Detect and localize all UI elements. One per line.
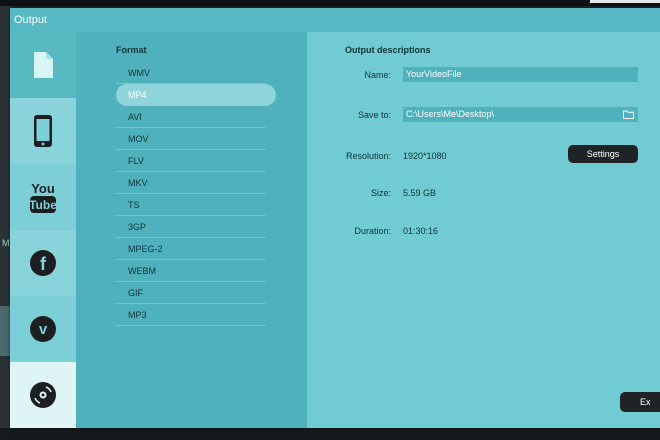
vimeo-glyph: v [39, 321, 48, 338]
background-top-strip [0, 0, 660, 6]
duration-value: 01:30:16 [403, 226, 439, 236]
facebook-glyph: f [40, 254, 47, 274]
sidebar-item-vimeo[interactable]: v [10, 296, 76, 362]
output-dialog: Output You Tube f v Format WMV MP4 AVI M… [10, 8, 660, 428]
dialog-title: Output [10, 8, 660, 32]
file-icon [34, 52, 53, 78]
format-item-flv[interactable]: FLV [116, 150, 266, 172]
save-to-field[interactable]: C:\Users\Me\Desktop\ [403, 107, 638, 122]
sidebar-item-facebook[interactable]: f [10, 230, 76, 296]
format-item-webm[interactable]: WEBM [116, 260, 266, 282]
size-label: Size: [370, 188, 391, 198]
sidebar-item-device[interactable] [10, 98, 76, 164]
sidebar-item-youtube[interactable]: You Tube [10, 164, 76, 230]
name-field[interactable]: YourVideoFile [403, 67, 638, 82]
output-descriptions-heading: Output descriptions [345, 45, 431, 55]
name-value: YourVideoFile [406, 69, 462, 79]
export-button[interactable]: Ex [620, 392, 660, 412]
background-letter: M [2, 238, 10, 248]
facebook-icon: f [30, 250, 56, 276]
output-descriptions-panel: Output descriptions Name: YourVideoFile … [307, 32, 660, 428]
format-item-mkv[interactable]: MKV [116, 172, 266, 194]
settings-button[interactable]: Settings [568, 145, 638, 163]
name-label: Name: [364, 70, 391, 80]
format-heading: Format [116, 45, 147, 55]
format-item-gif[interactable]: GIF [116, 282, 266, 304]
youtube-icon: You Tube [29, 181, 57, 213]
format-item-mov[interactable]: MOV [116, 128, 266, 150]
size-value: 5.59 GB [403, 188, 437, 198]
background-bottom-strip [0, 428, 660, 440]
phone-icon [34, 115, 52, 147]
folder-icon[interactable] [623, 110, 634, 119]
format-item-mp3[interactable]: MP3 [116, 304, 266, 326]
format-item-mp4[interactable]: MP4 [116, 84, 276, 106]
format-panel: Format WMV MP4 AVI MOV FLV MKV TS 3GP MP… [76, 32, 307, 428]
disc-icon [30, 382, 56, 408]
format-item-wmv[interactable]: WMV [116, 62, 266, 84]
youtube-label-bottom: Tube [29, 198, 57, 212]
sidebar-item-dvd[interactable] [10, 362, 76, 428]
format-item-3gp[interactable]: 3GP [116, 216, 266, 238]
save-to-value: C:\Users\Me\Desktop\ [406, 109, 495, 119]
youtube-label-top: You [31, 181, 55, 196]
save-to-label: Save to: [357, 110, 391, 120]
format-item-mpeg-2[interactable]: MPEG-2 [116, 238, 266, 260]
format-list: WMV MP4 AVI MOV FLV MKV TS 3GP MPEG-2 WE… [116, 62, 276, 326]
output-category-sidebar: You Tube f v [10, 32, 76, 428]
sidebar-item-file[interactable] [10, 32, 76, 98]
resolution-value: 1920*1080 [403, 151, 447, 161]
duration-label: Duration: [354, 226, 391, 236]
format-item-avi[interactable]: AVI [116, 106, 266, 128]
resolution-label: Resolution: [345, 151, 391, 161]
screen: M Output You Tube f v Format WMV MP4 AVI… [0, 0, 660, 440]
format-item-ts[interactable]: TS [116, 194, 266, 216]
vimeo-icon: v [30, 316, 56, 342]
